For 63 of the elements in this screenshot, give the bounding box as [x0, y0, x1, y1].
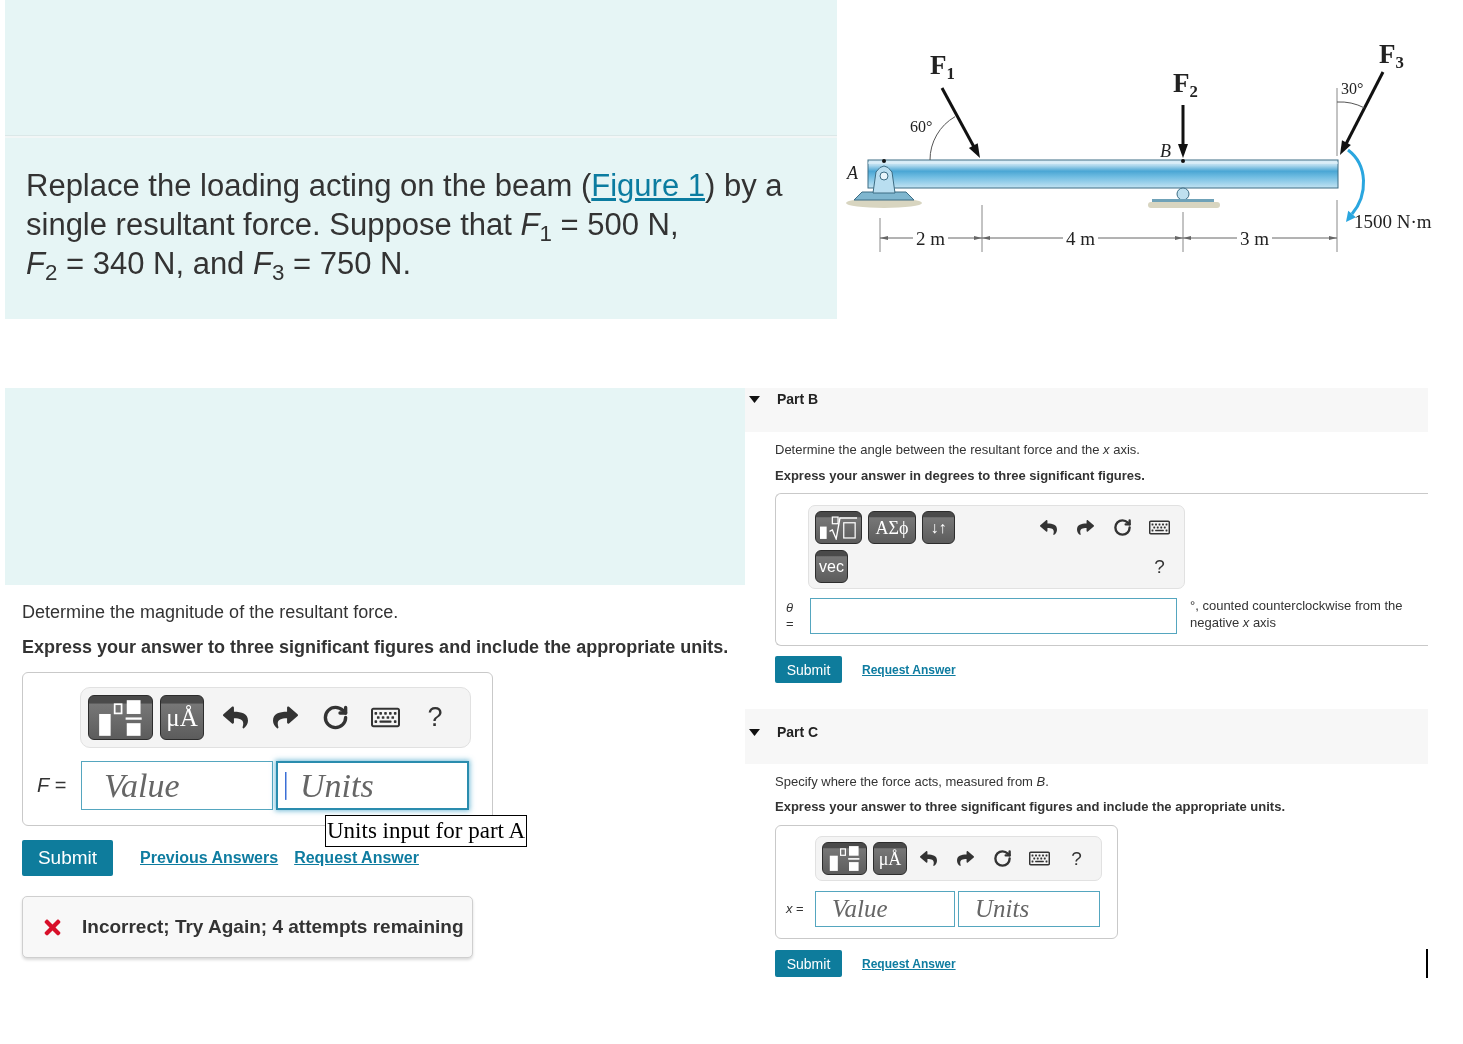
undo-icon[interactable]: [1040, 519, 1057, 536]
undo-icon[interactable]: [222, 705, 248, 730]
dimension-label: 2 m: [913, 229, 949, 248]
template-blocks-icon: [97, 699, 144, 736]
instruction-text: Express your answer in degrees to three significant figures.: [775, 467, 1146, 484]
answer-link[interactable]: Request Answer: [862, 662, 956, 677]
force-label: F$_{2}$: [1173, 70, 1198, 97]
square-root-template-icon: [819, 515, 858, 540]
help-button[interactable]: ?: [1071, 849, 1082, 868]
value-field[interactable]: Value: [81, 761, 273, 810]
point-label: A: [847, 164, 858, 182]
templates-button[interactable]: [88, 695, 153, 740]
instruction-text: Express your answer to three significant figures and include the appropriate units.: [775, 798, 1286, 815]
redo-icon[interactable]: [957, 850, 974, 867]
redo-icon[interactable]: [1077, 519, 1094, 536]
reset-icon[interactable]: [321, 704, 349, 731]
text-cursor-icon: [1426, 949, 1428, 978]
dimension-label: 3 m: [1237, 229, 1273, 248]
undo-icon[interactable]: [920, 850, 937, 867]
force-label: F$_{1}$: [930, 52, 955, 79]
instruction-text: Express your answer to three significant figures and include the appropriate units.: [22, 636, 730, 658]
part-header[interactable]: Part B: [745, 388, 1428, 432]
help-button[interactable]: ?: [1154, 557, 1165, 576]
part-header[interactable]: Part C: [745, 709, 1428, 764]
arrows-button[interactable]: ↓↑: [922, 511, 955, 544]
units-field[interactable]: Units: [276, 761, 469, 810]
reset-icon[interactable]: [1113, 518, 1132, 537]
vector-button[interactable]: vec: [815, 550, 848, 583]
question-text: Determine the magnitude of the resultant force.: [22, 601, 400, 623]
dimension-label: 4 m: [1063, 229, 1099, 248]
answer-link[interactable]: Previous Answers: [140, 849, 279, 867]
templates-button[interactable]: [822, 842, 867, 875]
reset-icon[interactable]: [993, 849, 1012, 868]
submit-button[interactable]: Submit: [22, 840, 113, 876]
moment-label: 1500 N·m: [1354, 212, 1432, 231]
force-label: F$_{3}$: [1379, 41, 1404, 68]
angle-label: 60°: [910, 119, 933, 135]
units-field[interactable]: Units: [958, 891, 1100, 927]
symbols-button[interactable]: ΑΣϕ: [868, 511, 916, 544]
template-blocks-icon: [828, 846, 861, 871]
question-text: Specify where the force acts, measured from B.: [775, 773, 1050, 790]
answer-field[interactable]: [810, 598, 1177, 634]
help-button[interactable]: ?: [427, 704, 443, 731]
square-root-button[interactable]: [815, 511, 862, 544]
answer-label: x =: [786, 900, 805, 918]
answer-link[interactable]: Request Answer: [294, 849, 419, 867]
value-field[interactable]: Value: [815, 891, 955, 927]
figure-link[interactable]: Figure 1: [591, 168, 705, 203]
problem-statement: Replace the loading acting on the beam (Figure 1) by a single resultant force. Suppose that F$_{1}$ = 500 N, F$_{2}$ = 340 N, and F$_{3}$ = 750 N.: [26, 167, 784, 283]
submit-button[interactable]: Submit: [775, 950, 842, 977]
units-button[interactable]: μÅ: [873, 842, 907, 875]
answer-link[interactable]: Request Answer: [862, 956, 956, 971]
answer-label: F =: [37, 773, 68, 798]
answer-label: θ =: [786, 599, 795, 633]
unit-note: °, counted counterclockwise from the negative x axis: [1190, 597, 1404, 631]
question-text: Determine the angle between the resultant force and the x axis.: [775, 441, 1141, 458]
angle-label: 30°: [1341, 81, 1364, 97]
feedback-text: Incorrect; Try Again; 4 attempts remaining: [82, 916, 464, 938]
submit-button[interactable]: Submit: [775, 656, 842, 683]
point-label: B: [1160, 142, 1171, 160]
tooltip: Units input for part A: [325, 815, 528, 847]
units-button[interactable]: μÅ: [160, 695, 204, 740]
redo-icon[interactable]: [272, 705, 298, 730]
